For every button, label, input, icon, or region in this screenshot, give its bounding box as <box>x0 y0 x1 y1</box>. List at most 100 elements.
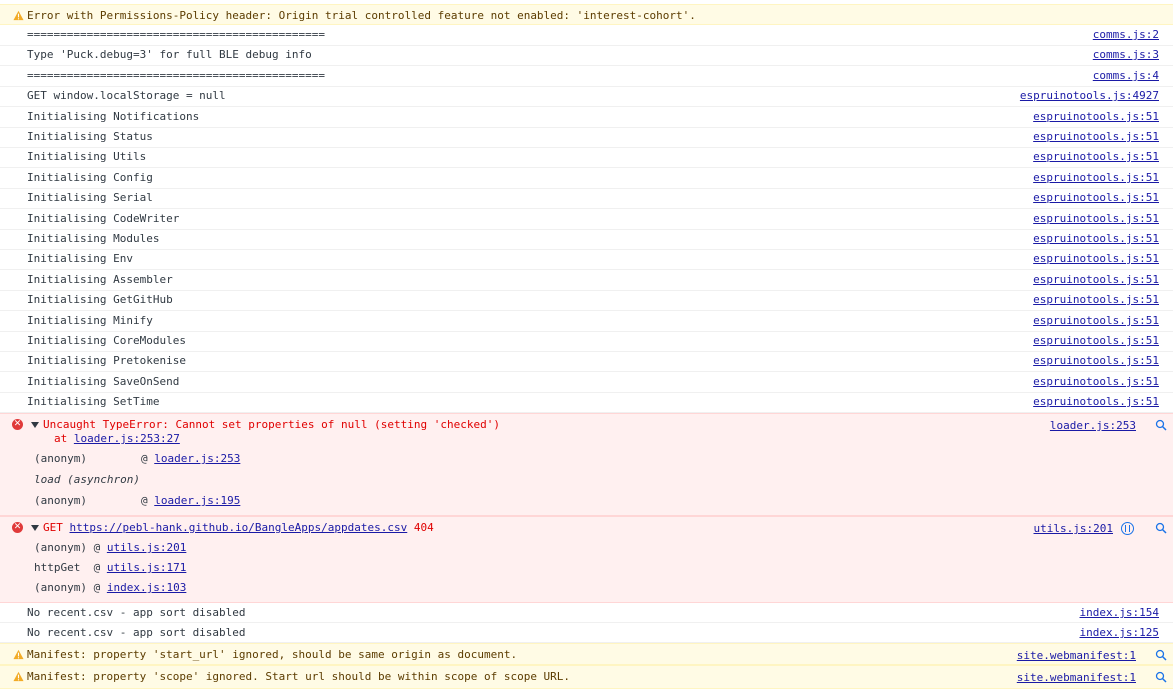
console-log-row[interactable]: ========================================… <box>0 66 1173 87</box>
console-warning-row[interactable]: Manifest: property 'start_url' ignored, … <box>0 643 1173 665</box>
stack-frame: httpGet @ utils.js:171 <box>34 561 187 574</box>
console-message: Type 'Puck.debug=3' for full BLE debug i… <box>27 48 312 61</box>
source-link[interactable]: index.js:125 <box>1080 626 1159 640</box>
console-message: Initialising CoreModules <box>27 334 186 347</box>
error-source-link[interactable]: utils.js:201 <box>1034 522 1113 536</box>
warning-triangle-icon <box>13 671 24 682</box>
network-error-message: GET https://pebl-hank.github.io/BangleAp… <box>43 521 434 535</box>
source-link[interactable]: comms.js:2 <box>1093 28 1159 42</box>
stack-frame-link[interactable]: index.js:103 <box>107 581 186 594</box>
source-link[interactable]: index.js:154 <box>1080 606 1159 620</box>
source-link[interactable]: espruinotools.js:51 <box>1033 171 1159 185</box>
console-log-row[interactable]: Initialising Assembler espruinotools.js:5… <box>0 270 1173 291</box>
console-message: Initialising Status <box>27 130 153 143</box>
source-link[interactable]: espruinotools.js:51 <box>1033 191 1159 205</box>
stack-frame: (anonym) @ index.js:103 <box>34 581 187 594</box>
status-code: 404 <box>413 521 434 534</box>
console-message: Initialising Pretokenise <box>27 354 186 367</box>
source-link[interactable]: espruinotools.js:51 <box>1033 314 1159 328</box>
console-log-row[interactable]: Initialising Env espruinotools.js:51 <box>0 249 1173 270</box>
error-message: Uncaught TypeError: Cannot set propertie… <box>43 418 500 431</box>
console-message: Manifest: property 'scope' ignored. Star… <box>27 670 571 683</box>
stack-frame: @ loader.js:195 <box>141 494 241 507</box>
source-link[interactable]: comms.js:3 <box>1093 48 1159 62</box>
magnifier-icon[interactable] <box>1155 522 1167 534</box>
stack-frame-fn: (anonym) <box>34 581 87 594</box>
magnifier-icon[interactable] <box>1155 419 1167 431</box>
console-message: Initialising GetGitHub <box>27 293 173 306</box>
console-warning-row[interactable]: Error with Permissions-Policy header: Or… <box>0 4 1173 25</box>
console-log-row[interactable]: Initialising SaveOnSend espruinotools.js:… <box>0 372 1173 393</box>
stack-frame-fn: (anonym) <box>34 541 87 554</box>
console-log-row[interactable]: Initialising Status espruinotools.js:51 <box>0 127 1173 148</box>
source-link[interactable]: espruinotools.js:51 <box>1033 150 1159 164</box>
source-link[interactable]: site.webmanifest:1 <box>1017 671 1136 685</box>
source-link[interactable]: espruinotools.js:51 <box>1033 395 1159 409</box>
source-link[interactable]: espruinotools.js:51 <box>1033 110 1159 124</box>
console-log-row[interactable]: Initialising SetTime espruinotools.js:51 <box>0 392 1173 413</box>
console-log-row[interactable]: No recent.csv - app sort disabled index.… <box>0 623 1173 643</box>
source-link[interactable]: espruinotools.js:51 <box>1033 232 1159 246</box>
source-link[interactable]: espruinotools.js:51 <box>1033 273 1159 287</box>
console-message: Initialising SetTime <box>27 395 160 408</box>
request-url-link[interactable]: https://pebl-hank.github.io/BangleApps/a… <box>70 521 408 534</box>
network-request-icon[interactable] <box>1121 522 1134 535</box>
console-log-row[interactable]: Initialising Modules espruinotools.js:51 <box>0 229 1173 250</box>
error-source-link[interactable]: loader.js:253 <box>1050 419 1136 433</box>
source-link[interactable]: espruinotools.js:4927 <box>1020 89 1159 103</box>
console-message: Initialising Notifications <box>27 110 200 123</box>
stack-frame-fn: httpGet <box>34 561 87 574</box>
console-warning-row[interactable]: Manifest: property 'scope' ignored. Star… <box>0 665 1173 689</box>
console-message: Initialising Utils <box>27 150 147 163</box>
console-network-error-row[interactable]: ✕ GET https://pebl-hank.github.io/Bangle… <box>0 516 1173 603</box>
error-circle-icon: ✕ <box>12 522 23 533</box>
magnifier-icon[interactable] <box>1155 671 1167 683</box>
console-log-row[interactable]: ========================================… <box>0 25 1173 46</box>
source-link[interactable]: espruinotools.js:51 <box>1033 334 1159 348</box>
console-log-row[interactable]: Initialising Pretokenise espruinotools.js… <box>0 351 1173 372</box>
source-link[interactable]: espruinotools.js:51 <box>1033 212 1159 226</box>
source-link[interactable]: espruinotools.js:51 <box>1033 293 1159 307</box>
console-log-row[interactable]: Type 'Puck.debug=3' for full BLE debug i… <box>0 45 1173 66</box>
console-log-row[interactable]: Initialising Minify espruinotools.js:51 <box>0 311 1173 332</box>
stack-frame-fn: (anonym) <box>34 494 87 507</box>
console-error-row[interactable]: ✕ Uncaught TypeError: Cannot set propert… <box>0 413 1173 516</box>
console-message: ========================================… <box>27 28 326 41</box>
source-link[interactable]: comms.js:4 <box>1093 69 1159 83</box>
console-log-row[interactable]: Initialising Notifications espruinotools.… <box>0 107 1173 128</box>
warning-triangle-icon <box>13 649 24 660</box>
source-link[interactable]: espruinotools.js:51 <box>1033 375 1159 389</box>
error-location: at loader.js:253:27 <box>54 432 180 446</box>
console-message: No recent.csv - app sort disabled <box>27 606 246 619</box>
stack-frame-link[interactable]: loader.js:253 <box>154 452 240 465</box>
console-log-row[interactable]: Initialising CodeWriter espruinotools.js:… <box>0 209 1173 230</box>
stack-frame-link[interactable]: loader.js:195 <box>154 494 240 507</box>
source-link[interactable]: site.webmanifest:1 <box>1017 649 1136 663</box>
console-log-row[interactable]: GET window.localStorage = null espruinoto… <box>0 86 1173 107</box>
console-log-row[interactable]: Initialising CoreModules espruinotools.js… <box>0 331 1173 352</box>
source-link[interactable]: espruinotools.js:51 <box>1033 354 1159 368</box>
source-link[interactable]: espruinotools.js:51 <box>1033 130 1159 144</box>
console-log-row[interactable]: No recent.csv - app sort disabled index.… <box>0 603 1173 623</box>
console-log-row[interactable]: Initialising Serial espruinotools.js:51 <box>0 188 1173 209</box>
console-message: Manifest: property 'start_url' ignored, … <box>27 648 518 661</box>
console-message: Initialising Minify <box>27 314 153 327</box>
request-method: GET <box>43 521 63 534</box>
console-message: GET window.localStorage = null <box>27 89 226 102</box>
stack-frame-link[interactable]: utils.js:171 <box>107 561 186 574</box>
error-location-link[interactable]: loader.js:253:27 <box>74 432 180 445</box>
console-log-row[interactable]: Initialising Config espruinotools.js:51 <box>0 168 1173 189</box>
console-log-row[interactable]: Initialising Utils espruinotools.js:51 <box>0 147 1173 168</box>
console-message: Initialising CodeWriter <box>27 212 180 225</box>
stack-frame: (anonym) @ utils.js:201 <box>34 541 187 554</box>
console-message: Initialising Modules <box>27 232 160 245</box>
stack-frame-link[interactable]: utils.js:201 <box>107 541 186 554</box>
source-link[interactable]: espruinotools.js:51 <box>1033 252 1159 266</box>
console-message: Initialising Assembler <box>27 273 173 286</box>
expand-caret-icon[interactable] <box>31 525 39 531</box>
magnifier-icon[interactable] <box>1155 649 1167 661</box>
console-message: ========================================… <box>27 69 326 82</box>
console-message: No recent.csv - app sort disabled <box>27 626 246 639</box>
console-log-row[interactable]: Initialising GetGitHub espruinotools.js:5… <box>0 290 1173 311</box>
expand-caret-icon[interactable] <box>31 422 39 428</box>
